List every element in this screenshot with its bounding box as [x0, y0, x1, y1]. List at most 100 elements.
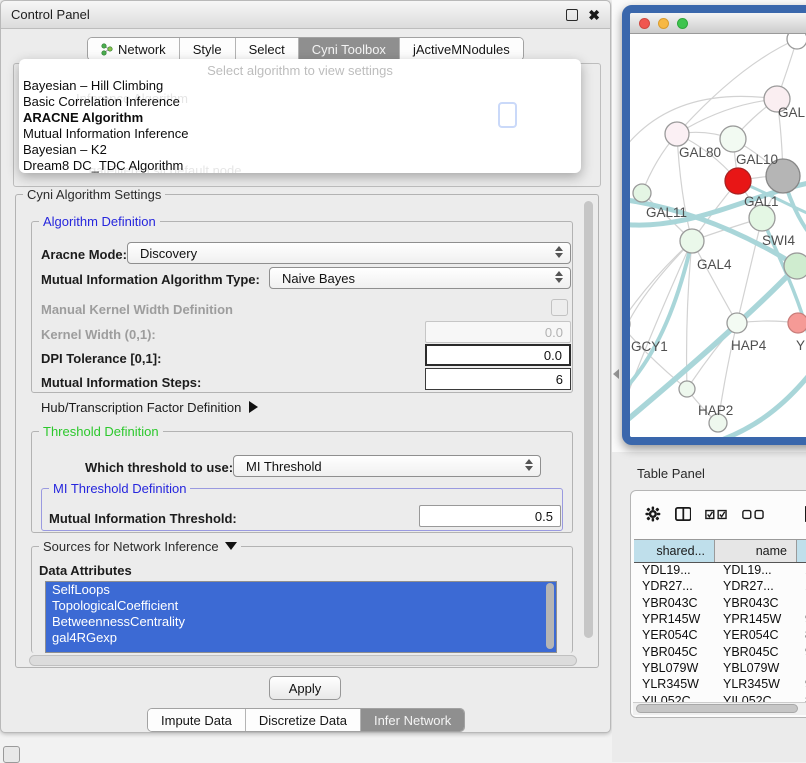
collapsed-arrow-icon — [249, 401, 258, 413]
stepper-arrows-icon — [555, 271, 563, 283]
list-item-selected[interactable]: BetweennessCentrality — [46, 614, 556, 630]
close-traffic-light-icon[interactable] — [639, 18, 650, 29]
node-gal80[interactable] — [665, 122, 689, 146]
data-attributes-label: Data Attributes — [39, 563, 132, 578]
node-hap4[interactable] — [727, 313, 747, 333]
node-salmon[interactable] — [788, 313, 806, 333]
algorithm-option-basic-correlation[interactable]: Basic Correlation Inference — [23, 94, 180, 110]
table-row[interactable]: YBR043CYBR043C — [634, 595, 806, 611]
checked-pair-icon[interactable] — [705, 509, 728, 520]
which-threshold-label: Which threshold to use: — [85, 460, 233, 475]
column-header-shared[interactable]: shared... — [634, 539, 715, 562]
aracne-mode-select[interactable]: Discovery — [127, 242, 571, 264]
list-item-selected[interactable]: TopologicalCoefficient — [46, 598, 556, 614]
tab-impute-data[interactable]: Impute Data — [148, 709, 246, 731]
table-panel-title: Table Panel — [637, 466, 705, 481]
algorithm-option-aracne[interactable]: ARACNE Algorithm — [23, 110, 143, 126]
split-columns-icon[interactable] — [675, 506, 692, 522]
top-tab-bar: Network Style Select Cyni Toolbox jActiv… — [87, 37, 524, 61]
float-window-icon[interactable] — [566, 9, 578, 21]
node-top-partial[interactable] — [787, 34, 806, 49]
node-label: GAL11 — [646, 205, 687, 220]
tab-jactivemnodules[interactable]: jActiveMNodules — [400, 38, 523, 60]
node-label: GAL1 — [744, 194, 779, 209]
node-red[interactable] — [725, 168, 751, 194]
manual-kernel-checkbox[interactable] — [551, 299, 568, 316]
algorithm-option-bayesian-hill-climbing[interactable]: Bayesian – Hill Climbing — [23, 78, 163, 94]
settings-horizontal-scrollbar[interactable] — [29, 655, 577, 666]
algorithm-option-mutual-information[interactable]: Mutual Information Inference — [23, 126, 188, 142]
node-hap2[interactable] — [679, 381, 695, 397]
algorithm-option-dream8[interactable]: Dream8 DC_TDC Algorithm — [23, 158, 183, 173]
dpi-tolerance-label: DPI Tolerance [0,1]: — [41, 351, 161, 366]
node-gal4[interactable] — [680, 229, 704, 253]
table-row[interactable]: YBL079WYBL079W — [634, 660, 806, 676]
list-vertical-scrollbar[interactable] — [546, 583, 554, 649]
tab-infer-network[interactable]: Infer Network — [361, 709, 464, 731]
minimize-traffic-light-icon[interactable] — [658, 18, 669, 29]
sources-legend[interactable]: Sources for Network Inference — [39, 539, 241, 554]
threshold-definition-legend: Threshold Definition — [39, 424, 163, 439]
column-header-name[interactable]: name — [715, 539, 797, 562]
table-horizontal-scrollbar[interactable] — [633, 702, 806, 715]
hub-definition-toggle[interactable]: Hub/Transcription Factor Definition — [41, 400, 258, 415]
network-edge[interactable] — [630, 241, 692, 344]
gear-icon[interactable] — [645, 505, 661, 523]
apply-button[interactable]: Apply — [269, 676, 341, 700]
node-label: HAP4 — [731, 338, 767, 353]
settings-vertical-scrollbar[interactable] — [584, 201, 593, 638]
list-item-selected[interactable]: SelfLoops — [46, 582, 556, 598]
table-body: YDL19...YDL19...13 YDR27...YDR27...12 YB… — [634, 562, 806, 703]
node-gal11[interactable] — [633, 184, 651, 202]
mi-type-select[interactable]: Naive Bayes — [269, 267, 571, 289]
collapsed-panel-icon[interactable] — [3, 746, 20, 763]
algorithm-option-bayesian-k2[interactable]: Bayesian – K2 — [23, 142, 107, 158]
kernel-width-label: Kernel Width (0,1): — [41, 327, 156, 342]
scrollbar-thumb[interactable] — [636, 704, 798, 713]
list-item-selected[interactable]: gal4RGexp — [46, 630, 556, 646]
network-canvas[interactable]: GALGAL80GAL10GAL1GAL11SWI4GAL4GCY1HAP4YH… — [630, 34, 806, 438]
close-icon[interactable]: ✖ — [588, 10, 600, 20]
tab-discretize-data[interactable]: Discretize Data — [246, 709, 361, 731]
table-row[interactable]: YER054CYER054C8. — [634, 627, 806, 643]
mi-threshold-legend: MI Threshold Definition — [49, 481, 190, 496]
table-row[interactable]: YBR045CYBR045C9. — [634, 643, 806, 659]
algorithm-definition-legend: Algorithm Definition — [39, 214, 160, 229]
mi-threshold-field[interactable] — [419, 505, 561, 527]
zoom-traffic-light-icon[interactable] — [677, 18, 688, 29]
table-row[interactable]: YPR145WYPR145W9. — [634, 611, 806, 627]
node-label: SWI4 — [762, 233, 795, 248]
aracne-mode-label: Aracne Mode: — [41, 247, 127, 262]
window-title: Control Panel — [11, 7, 90, 22]
network-window-titlebar[interactable] — [630, 13, 806, 34]
column-header-partial[interactable] — [797, 539, 806, 562]
tab-network[interactable]: Network — [88, 38, 180, 60]
mi-steps-label: Mutual Information Steps: — [41, 375, 201, 390]
manual-kernel-label: Manual Kernel Width Definition — [41, 302, 233, 317]
node-gal10[interactable] — [720, 126, 746, 152]
table-row[interactable]: YDL19...YDL19...13 — [634, 562, 806, 578]
control-panel-window: Control Panel ✖ Network Style Select Cyn… — [0, 0, 611, 733]
bottom-tab-bar: Impute Data Discretize Data Infer Networ… — [147, 708, 465, 732]
node-big-green[interactable] — [784, 253, 806, 279]
panel-divider-handle[interactable] — [613, 369, 619, 379]
tab-style[interactable]: Style — [180, 38, 236, 60]
tab-network-label: Network — [118, 42, 166, 57]
unchecked-pair-icon[interactable] — [742, 509, 765, 520]
which-threshold-select[interactable]: MI Threshold — [233, 455, 541, 477]
algorithm-dropdown-prompt: Select algorithm to view settings — [19, 63, 581, 78]
kernel-width-field[interactable] — [425, 321, 571, 343]
mi-type-label: Mutual Information Algorithm Type: — [41, 272, 260, 287]
network-edge[interactable] — [692, 241, 737, 323]
table-toolbar — [631, 491, 806, 537]
tab-cyni-toolbox[interactable]: Cyni Toolbox — [299, 38, 400, 60]
table-header-row: shared... name — [634, 539, 806, 563]
dpi-tolerance-field[interactable] — [425, 344, 571, 366]
mi-steps-field[interactable] — [425, 368, 571, 390]
table-panel-card: shared... name YDL19...YDL19...13 YDR27.… — [630, 490, 806, 718]
table-row[interactable]: YLR345WYLR345W9. — [634, 676, 806, 692]
table-row[interactable]: YDR27...YDR27...12 — [634, 578, 806, 594]
tab-select[interactable]: Select — [236, 38, 299, 60]
node-label: GAL10 — [736, 152, 778, 167]
ghost-combo-focus-ring — [498, 102, 517, 128]
